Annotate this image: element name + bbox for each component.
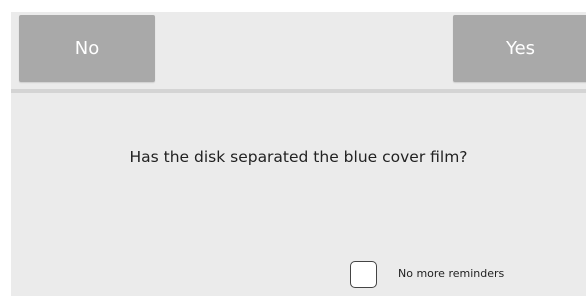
yes-button[interactable]: Yes: [453, 15, 586, 82]
no-button[interactable]: No: [19, 15, 155, 82]
dialog-question: Has the disk separated the blue cover fi…: [129, 148, 468, 166]
header-divider: [11, 89, 586, 93]
dialog-header: No Yes: [11, 12, 586, 90]
no-more-reminders-label[interactable]: No more reminders: [398, 267, 504, 280]
confirmation-dialog: No Yes Has the disk separated the blue c…: [11, 12, 586, 296]
no-more-reminders-checkbox[interactable]: [350, 261, 377, 288]
